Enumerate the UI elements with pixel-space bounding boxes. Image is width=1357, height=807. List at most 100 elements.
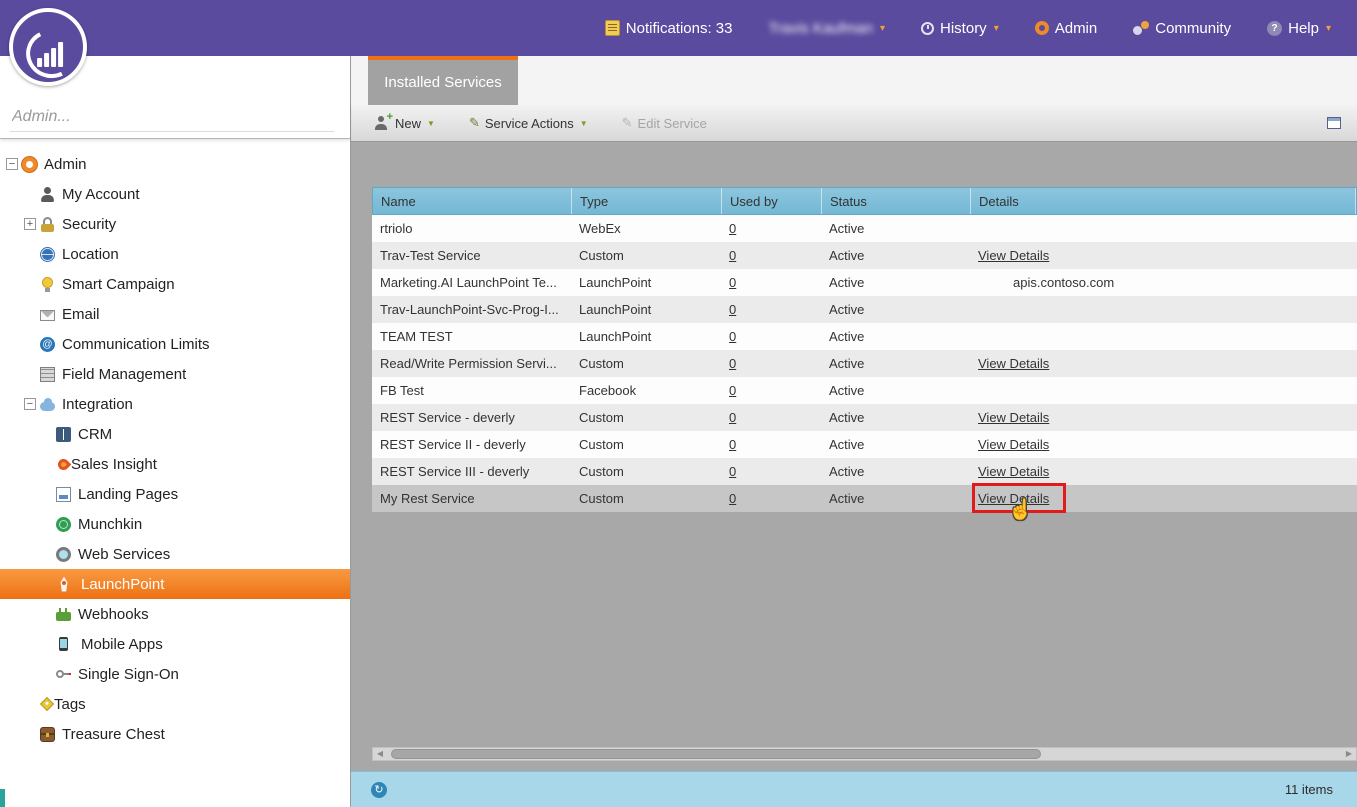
used-by-link[interactable]: 0	[729, 437, 736, 452]
view-details-link[interactable]: View Details	[978, 356, 1049, 371]
history-icon	[921, 21, 935, 35]
cell-used-by: 0	[721, 296, 821, 323]
expander-minus-icon[interactable]: −	[24, 398, 36, 410]
tree-item-munchkin[interactable]: Munchkin	[0, 509, 350, 539]
admin-sidebar: − Admin My Account + Security Location Smart C…	[0, 56, 351, 807]
tree-item-landing-pages[interactable]: Landing Pages	[0, 479, 350, 509]
marketo-logo[interactable]	[9, 8, 87, 86]
crm-icon	[56, 426, 71, 442]
status-bar: ↻ 11 items	[351, 771, 1357, 807]
scroll-right-arrow-icon[interactable]: ▶	[1342, 748, 1356, 760]
tree-item-smart-campaign[interactable]: Smart Campaign	[0, 269, 350, 299]
tree-item-label: Communication Limits	[62, 335, 210, 353]
column-header-status[interactable]: Status	[822, 188, 971, 214]
cell-used-by: 0	[721, 377, 821, 404]
gear-icon	[1034, 21, 1049, 35]
view-details-link[interactable]: View Details	[978, 491, 1049, 506]
table-row[interactable]: FB Test Facebook 0 Active	[372, 377, 1357, 404]
table-row[interactable]: Marketing.AI LaunchPoint Te... LaunchPoin…	[372, 269, 1357, 296]
view-details-link[interactable]: View Details	[978, 437, 1049, 452]
cell-status: Active	[829, 329, 865, 344]
table-row[interactable]: Read/Write Permission Servi... Custom 0 Act…	[372, 350, 1357, 377]
used-by-link[interactable]: 0	[729, 329, 736, 344]
used-by-link[interactable]: 0	[729, 275, 736, 290]
launchpoint-icon	[60, 576, 68, 592]
panel-toggle-icon[interactable]	[1327, 117, 1341, 129]
used-by-link[interactable]: 0	[729, 302, 736, 317]
tree-item-communication-limits[interactable]: Communication Limits	[0, 329, 350, 359]
tree-item-integration[interactable]: − Integration	[0, 389, 350, 419]
user-menu[interactable]: Travis Kaufman ▾	[769, 20, 886, 37]
treasure-chest-icon	[40, 726, 55, 742]
tags-icon	[39, 696, 55, 712]
scrollbar-thumb[interactable]	[391, 749, 1041, 759]
tree-item-webhooks[interactable]: Webhooks	[0, 599, 350, 629]
refresh-icon[interactable]: ↻	[371, 781, 387, 798]
table-row[interactable]: Trav-Test Service Custom 0 Active View Detai…	[372, 242, 1357, 269]
integration-icon	[40, 397, 55, 411]
view-details-link[interactable]: View Details	[978, 464, 1049, 479]
help-label: Help	[1288, 19, 1319, 37]
cell-status: Active	[829, 248, 865, 263]
scrollbar-track[interactable]	[387, 748, 1342, 760]
new-button[interactable]: New ▼	[375, 111, 435, 131]
table-row[interactable]: rtriolo WebEx 0 Active	[372, 215, 1357, 242]
column-header-name[interactable]: Name	[373, 188, 572, 214]
table-row[interactable]: Trav-LaunchPoint-Svc-Prog-I... LaunchPoin…	[372, 296, 1357, 323]
used-by-link[interactable]: 0	[729, 383, 736, 398]
table-row[interactable]: REST Service - deverly Custom 0 Active View …	[372, 404, 1357, 431]
tree-item-email[interactable]: Email	[0, 299, 350, 329]
service-actions-button[interactable]: ✎ Service Actions ▼	[469, 115, 588, 131]
scroll-left-arrow-icon[interactable]: ◀	[373, 748, 387, 760]
tree-item-treasure-chest[interactable]: Treasure Chest	[0, 719, 350, 749]
tree-item-location[interactable]: Location	[0, 239, 350, 269]
tree-item-crm[interactable]: CRM	[0, 419, 350, 449]
field-management-icon	[40, 366, 55, 382]
admin-search-input[interactable]	[10, 103, 334, 132]
horizontal-scrollbar[interactable]: ◀ ▶	[372, 747, 1357, 761]
services-table: Name Type Used by Status Details rtriolo WebE…	[372, 187, 1357, 521]
tree-item-sales-insight[interactable]: Sales Insight	[0, 449, 350, 479]
table-row[interactable]: TEAM TEST LaunchPoint 0 Active	[372, 323, 1357, 350]
tree-item-field-management[interactable]: Field Management	[0, 359, 350, 389]
cell-type: Custom	[579, 410, 624, 425]
table-row[interactable]: REST Service III - deverly Custom 0 Active V…	[372, 458, 1357, 485]
history-menu[interactable]: History ▾	[921, 20, 999, 37]
mobile-apps-icon	[59, 637, 68, 651]
table-row[interactable]: REST Service II - deverly Custom 0 Active Vi…	[372, 431, 1357, 458]
admin-menu[interactable]: Admin	[1034, 20, 1097, 37]
cell-name: TEAM TEST	[380, 329, 453, 344]
tree-item-mobile-apps[interactable]: Mobile Apps	[0, 629, 350, 659]
table-row[interactable]: My Rest Service Custom 0 Active View Details…	[372, 483, 1357, 521]
tree-item-web-services[interactable]: Web Services	[0, 539, 350, 569]
tree-item-label: CRM	[78, 425, 113, 443]
column-header-type[interactable]: Type	[572, 188, 722, 214]
column-header-used-by[interactable]: Used by	[722, 188, 822, 214]
expander-minus-icon[interactable]: −	[6, 158, 18, 170]
tree-item-single-sign-on[interactable]: Single Sign-On	[0, 659, 350, 689]
cell-used-by: 0	[721, 404, 821, 431]
used-by-link[interactable]: 0	[729, 221, 736, 236]
edit-service-button[interactable]: ✎ Edit Service	[622, 115, 707, 131]
help-menu[interactable]: ? Help ▾	[1267, 20, 1331, 37]
used-by-link[interactable]: 0	[729, 356, 736, 371]
view-details-link[interactable]: View Details	[978, 248, 1049, 263]
tree-item-my-account[interactable]: My Account	[0, 179, 350, 209]
used-by-link[interactable]: 0	[729, 491, 736, 506]
used-by-link[interactable]: 0	[729, 410, 736, 425]
tree-item-launchpoint[interactable]: LaunchPoint	[0, 569, 350, 599]
tree-item-security[interactable]: + Security	[0, 209, 350, 239]
view-details-link[interactable]: View Details	[978, 410, 1049, 425]
community-label: Community	[1155, 19, 1232, 37]
notifications-menu[interactable]: Notifications: 33	[604, 20, 733, 37]
tree-item-label: Smart Campaign	[62, 275, 175, 293]
expander-plus-icon[interactable]: +	[24, 218, 36, 230]
used-by-link[interactable]: 0	[729, 248, 736, 263]
column-header-details[interactable]: Details	[971, 188, 1356, 214]
tree-item-admin[interactable]: − Admin	[0, 149, 350, 179]
tab-installed-services[interactable]: Installed Services	[368, 56, 518, 105]
tree-item-tags[interactable]: Tags	[0, 689, 350, 719]
chevron-down-icon: ▼	[427, 118, 435, 128]
used-by-link[interactable]: 0	[729, 464, 736, 479]
community-menu[interactable]: Community	[1133, 20, 1231, 37]
